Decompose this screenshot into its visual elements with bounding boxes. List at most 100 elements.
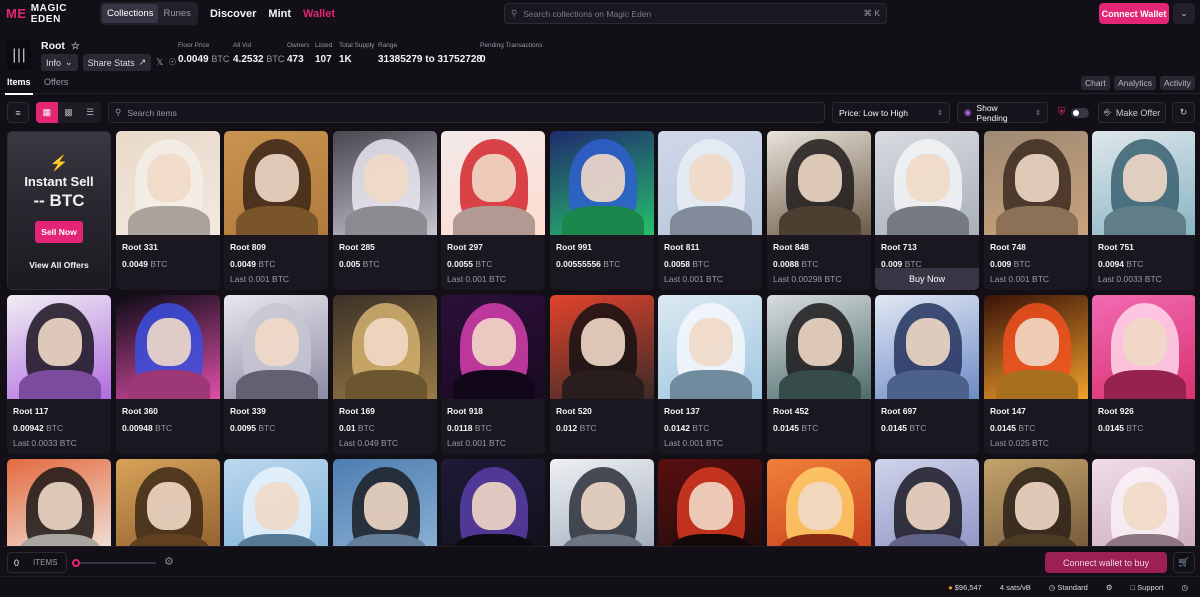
offer-icon: ⎆ [1103,107,1111,117]
nft-card[interactable]: Root 848 0.0088 BTC Last 0.00298 BTC [767,131,871,290]
nft-card[interactable]: Root 169 0.01 BTC Last 0.049 BTC [333,295,437,454]
refresh-button[interactable]: ↻ [1172,102,1195,123]
nft-card[interactable]: Root 713 0.009 BTC Buy Now [875,131,979,290]
nft-image [1092,295,1195,399]
stat-label: Total Supply [339,42,375,49]
show-pending-select[interactable]: ◉ Show Pending ⇕ [957,102,1048,123]
share-stats-button[interactable]: Share Stats ↗ [82,54,152,71]
bitcoin-icon: ● [948,582,953,592]
nft-card[interactable]: Root 697 0.0145 BTC [875,295,979,454]
verified-toggle[interactable] [1071,108,1089,118]
nft-card[interactable]: Root 360 0.00948 BTC [116,295,220,454]
global-search-input[interactable]: ⚲ Search collections on Magic Eden ⌘ K [504,3,887,24]
tab-analytics[interactable]: Analytics [1114,76,1157,90]
buy-now-button[interactable]: Buy Now [875,268,979,290]
nft-image [333,459,437,546]
nft-card[interactable]: Root 331 0.0049 BTC [116,131,220,290]
segment-collections[interactable]: Collections [102,4,159,23]
nft-card[interactable]: Root 748 0.009 BTC Last 0.001 BTC [984,131,1088,290]
nft-card[interactable] [116,459,220,546]
sort-select[interactable]: Price: Low to High ⇕ [832,102,950,123]
quantity-input[interactable]: 0 ITEMS [7,552,67,573]
tab-chart[interactable]: Chart [1081,76,1110,90]
stat-label: Floor Price [178,42,210,49]
slider-handle[interactable] [72,559,80,567]
portrait-body [779,369,861,399]
nft-card[interactable]: Root 926 0.0145 BTC [1092,295,1195,454]
nft-image [441,131,545,235]
connect-wallet-button[interactable]: Connect Wallet [1099,3,1169,24]
filter-icon: ≡ [15,107,21,118]
brand-logo[interactable]: ME MAGIC EDEN [6,3,96,25]
nft-card[interactable] [224,459,328,546]
nft-image [333,295,437,399]
nft-card[interactable]: Root 809 0.0049 BTC Last 0.001 BTC [224,131,328,290]
nft-price-unit: BTC [362,259,380,269]
nft-card[interactable]: Root 297 0.0055 BTC Last 0.001 BTC [441,131,545,290]
portrait-body [779,205,861,235]
grid-large-icon[interactable]: ▦ [36,102,58,123]
portrait-face [255,481,299,530]
nft-card[interactable]: Root 285 0.005 BTC [333,131,437,290]
list-view-icon[interactable]: ☰ [79,102,101,123]
nft-card[interactable] [984,459,1088,546]
priority-mode[interactable]: ◷ Standard [1049,583,1088,592]
stat-label: Pending Transactions [480,42,543,49]
nft-card[interactable] [875,459,979,546]
menu-chevron-button[interactable]: ⌄ [1173,3,1195,24]
x-twitter-icon[interactable]: 𝕏 [156,57,163,68]
grid-small-icon[interactable]: ▩ [58,102,80,123]
cart-button[interactable]: 🛒 [1173,552,1195,573]
nft-last-sale: Last 0.001 BTC [664,274,724,284]
nft-card[interactable] [658,459,762,546]
nft-card[interactable] [767,459,871,546]
connect-wallet-to-buy-button[interactable]: Connect wallet to buy [1045,552,1167,573]
nft-card[interactable]: Root 117 0.00942 BTC Last 0.0033 BTC [7,295,111,454]
nft-card[interactable]: Root 137 0.0142 BTC Last 0.001 BTC [658,295,762,454]
nft-card[interactable]: Root 520 0.012 BTC [550,295,654,454]
portrait-body [670,369,752,399]
nft-card[interactable]: Root 918 0.0118 BTC Last 0.001 BTC [441,295,545,454]
nft-card[interactable] [1092,459,1195,546]
nav-discover[interactable]: Discover [210,8,256,20]
nft-card[interactable] [7,459,111,546]
nft-card[interactable]: Root 452 0.0145 BTC [767,295,871,454]
filter-button[interactable]: ≡ [7,102,29,123]
tab-items[interactable]: Items [5,77,33,95]
search-icon: ⚲ [511,8,518,18]
nft-image [658,131,762,235]
stat-value: 31385279 to 31752728 [378,54,482,65]
nft-card[interactable]: Root 339 0.0095 BTC [224,295,328,454]
item-search-input[interactable]: ⚲ Search items [108,102,825,123]
nft-card[interactable] [441,459,545,546]
quantity-slider[interactable] [72,559,156,567]
nft-price-value: 0.0055 [447,259,473,269]
stat-label: Range [378,42,398,49]
portrait-face [147,153,191,202]
view-all-offers-link[interactable]: View All Offers [8,260,110,270]
nft-card[interactable]: Root 751 0.0094 BTC Last 0.0033 BTC [1092,131,1195,290]
sell-now-button[interactable]: Sell Now [35,221,83,243]
collection-title: Root ☆ [41,40,80,52]
nav-wallet[interactable]: Wallet [303,8,335,20]
segment-runes[interactable]: Runes [158,4,195,23]
tab-activity[interactable]: Activity [1160,76,1195,90]
instant-sell-card: ⚡ Instant Sell -- BTC Sell Now View All … [7,131,111,290]
tab-offers[interactable]: Offers [44,77,68,87]
nav-mint[interactable]: Mint [268,8,291,20]
star-icon[interactable]: ☆ [71,41,80,52]
nft-card[interactable] [333,459,437,546]
info-dropdown[interactable]: Info ⌄ [41,54,78,71]
nft-price: 0.0145 BTC [881,423,926,433]
nft-card[interactable]: Root 811 0.0058 BTC Last 0.001 BTC [658,131,762,290]
gear-icon[interactable]: ⚙ [164,555,174,568]
support-link[interactable]: □ Support [1131,583,1164,592]
globe-icon[interactable]: ☉ [168,57,176,68]
nft-card[interactable]: Root 991 0.00555556 BTC [550,131,654,290]
history-icon[interactable]: ◷ [1181,583,1188,592]
make-offer-button[interactable]: ⎆ Make Offer [1098,102,1166,123]
nft-price: 0.0145 BTC [990,423,1035,433]
nft-card[interactable]: Root 147 0.0145 BTC Last 0.025 BTC [984,295,1088,454]
settings-gear-icon[interactable]: ⚙ [1106,583,1113,592]
nft-card[interactable] [550,459,654,546]
